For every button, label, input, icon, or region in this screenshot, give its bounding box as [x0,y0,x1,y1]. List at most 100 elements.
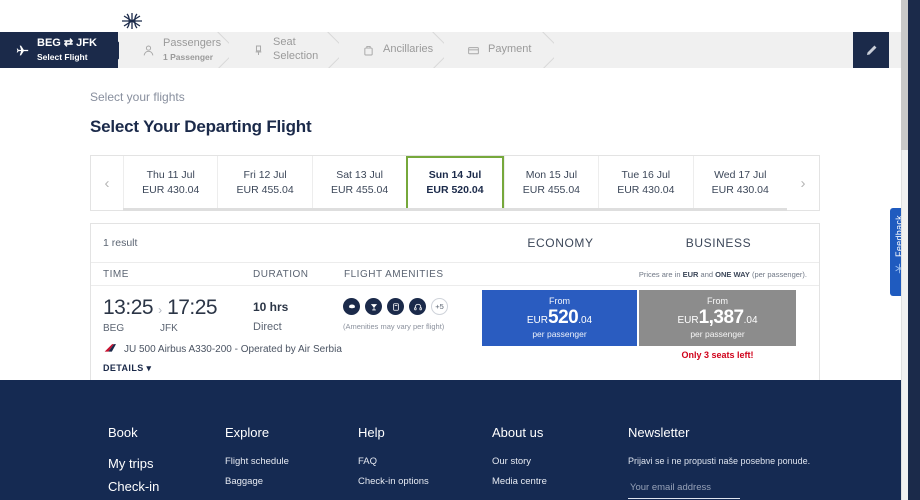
step-seat-selection[interactable]: Seat Selection [228,32,338,68]
fare-decimal: .04 [578,315,593,327]
amenity-note: (Amenities may vary per flight) [343,322,445,331]
date-cell-selected[interactable]: Sun 14 Jul EUR 520.04 [406,156,504,210]
footer-heading: Book [108,425,138,440]
date-cell[interactable]: Thu 11 Jul EUR 430.04 [123,156,218,210]
fare-card-business[interactable]: From EUR 1,387 .04 per passenger [639,290,796,346]
logo-bar [0,0,920,32]
fare-per-label: per passenger [532,329,587,340]
step-payment[interactable]: Payment [443,32,553,68]
footer-link[interactable]: FAQ [358,456,492,467]
drink-icon[interactable] [365,298,382,315]
date-cell[interactable]: Tue 16 Jul EUR 430.04 [598,156,693,210]
footer-heading: Explore [225,425,270,440]
departure-airport-code: BEG [103,323,125,334]
headphones-icon[interactable] [409,298,426,315]
dates-next-button[interactable]: › [787,156,819,210]
date-day: Tue 16 Jul [621,168,671,181]
scrollbar-thumb[interactable] [901,0,908,150]
step-passengers[interactable]: Passengers 1 Passenger [118,32,228,68]
flight-duration: 10 hrs Direct [253,298,288,336]
footer-link[interactable]: My trips [108,456,225,471]
cabin-header-economy: ECONOMY [527,236,594,250]
passenger-icon [140,44,156,57]
step-label: BEG ⇄ JFK [37,37,97,50]
air-serbia-logo[interactable] [118,11,146,31]
step-chevron [101,32,119,68]
right-edge-panel [908,0,920,500]
results-panel: 1 result ECONOMY BUSINESS TIME DURATION … [90,223,820,383]
footer-link[interactable]: Flight schedule [225,456,358,467]
newsletter-email-input[interactable] [628,482,740,499]
results-header: 1 result ECONOMY BUSINESS [91,224,819,262]
fare-decimal: .04 [743,315,758,327]
edit-search-button[interactable] [853,32,889,68]
departure-time: 13:25 [103,296,154,319]
date-day: Thu 11 Jul [146,168,195,181]
footer-link[interactable]: Baggage [225,476,358,487]
arrival-time: 17:25 [167,296,218,319]
date-cell[interactable]: Fri 12 Jul EUR 455.04 [217,156,312,210]
entertainment-icon[interactable] [387,298,404,315]
booking-stepper: BEG ⇄ JFK Select Flight Passengers 1 Pas… [0,32,920,68]
meal-icon[interactable] [343,298,360,315]
breadcrumb: Select your flights [90,90,185,104]
date-price: EUR 520.04 [426,184,484,196]
step-select-flight[interactable]: BEG ⇄ JFK Select Flight [0,32,118,68]
footer-column-newsletter: Newsletter Prijavi se i ne propusti naše… [628,425,848,500]
step-label: Payment [488,43,532,56]
step-sublabel: Select Flight [37,52,88,63]
date-price: EUR 455.04 [522,184,580,196]
date-cells: Thu 11 Jul EUR 430.04 Fri 12 Jul EUR 455… [123,156,787,210]
arrow-icon: › [158,303,163,317]
date-price: EUR 455.04 [236,184,294,196]
footer-column-about: About us Our story Media centre [492,425,628,500]
dates-prev-button[interactable]: ‹ [91,156,123,210]
flight-times: 13:25 › 17:25 [103,296,218,320]
footer-link[interactable]: Media centre [492,476,628,487]
duration-value: 10 hrs [253,300,289,314]
fare-per-label: per passenger [690,329,745,340]
footer-column-book: Book My trips Check-in [108,425,225,500]
amenity-icon-list: +5 [343,298,448,315]
footer-link[interactable]: Check-in [108,479,225,494]
footer-link[interactable]: Check-in options [358,476,492,487]
seats-left-warning: Only 3 seats left! [681,350,754,360]
arrival-airport-code: JFK [160,323,178,334]
footer-link[interactable]: Our story [492,456,628,467]
newsletter-text: Prijavi se i ne propusti naše posebne po… [628,456,811,466]
footer-heading: About us [492,425,544,440]
date-price: EUR 430.04 [617,184,675,196]
step-chevron [211,32,229,68]
step-chevron [536,32,554,68]
plane-icon [14,44,30,57]
date-price: EUR 430.04 [711,184,769,196]
date-cell[interactable]: Wed 17 Jul EUR 430.04 [692,156,787,210]
fare-currency: EUR [526,315,548,327]
step-chevron [426,32,444,68]
column-duration: DURATION [253,268,309,280]
date-price: EUR 455.04 [330,184,389,196]
fare-currency: EUR [677,315,699,327]
step-ancillaries[interactable]: Ancillaries [338,32,443,68]
main-content: Select your flights Select Your Departin… [0,90,920,383]
results-column-headers: TIME DURATION FLIGHT AMENITIES Prices ar… [91,262,819,286]
fare-whole: 520 [548,307,579,329]
date-selector: ‹ Thu 11 Jul EUR 430.04 Fri 12 Jul EUR 4… [90,155,820,211]
pencil-icon [866,45,876,55]
aircraft-info: JU 500 Airbus A330-200 - Operated by Air… [103,343,342,356]
date-price: EUR 430.04 [142,184,200,196]
fare-from-label: From [707,296,728,307]
fare-card-economy[interactable]: From EUR 520 .04 per passenger [482,290,637,346]
site-footer: Book My trips Check-in Explore Flight sc… [0,380,908,500]
bag-icon [360,44,376,57]
result-count: 1 result [103,237,138,249]
step-chevron [321,32,339,68]
date-day: Sun 14 Jul [428,168,482,181]
fare-from-label: From [549,296,570,307]
date-cell[interactable]: Sat 13 Jul EUR 455.04 [311,156,407,210]
amenity-more-badge[interactable]: +5 [431,298,448,315]
details-toggle[interactable]: DETAILS ▾ [103,363,151,374]
flight-amenities: +5 (Amenities may vary per flight) [343,298,448,331]
footer-heading: Help [358,425,385,440]
date-cell[interactable]: Mon 15 Jul EUR 455.04 [503,156,599,210]
